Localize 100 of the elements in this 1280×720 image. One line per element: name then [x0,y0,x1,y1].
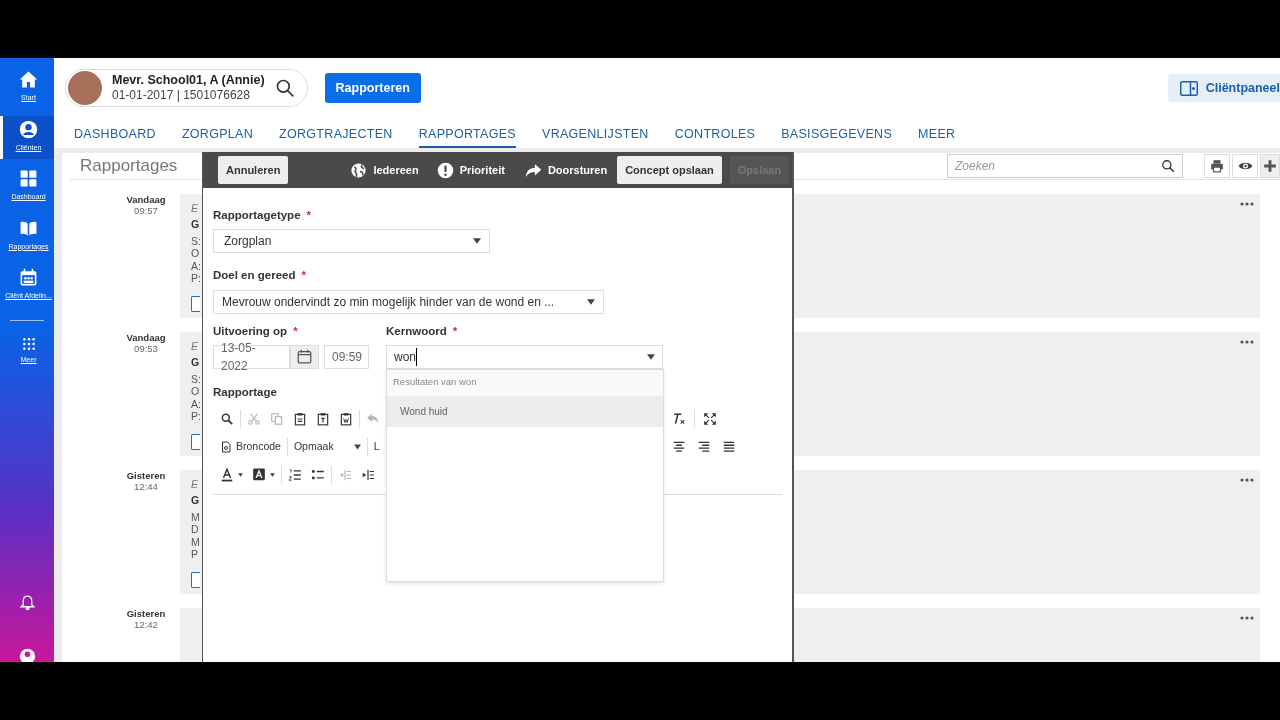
search-icon [1161,158,1175,173]
more-icon[interactable] [1240,339,1254,344]
print-button[interactable] [1204,153,1230,178]
field-label: Rapportagetype * [213,208,313,223]
entry-day: Gisteren [112,607,180,620]
search-field[interactable]: Zoeken [947,153,1183,178]
align-right-icon [697,440,711,454]
card-text: G [191,356,200,369]
toolbar-button[interactable]: Concept opslaan [617,155,722,185]
toolbar-link[interactable]: Iedereen [350,161,419,179]
toolbar-link[interactable]: Doorsturen [524,161,608,179]
card-text: E [191,201,198,214]
toolbar-link[interactable]: Prioriteit [436,161,505,179]
calendar-button[interactable] [290,344,319,369]
card-text: E [191,339,198,352]
client-panel-button[interactable]: Cliëntpaneel [1167,73,1280,103]
caret-icon [238,473,243,477]
entry-time: 09:57 [133,205,159,218]
scissors-icon [247,412,261,426]
card-text: P [191,548,198,561]
bullet-list-icon [311,468,325,482]
time-field[interactable]: 09:59 [324,344,369,369]
card-text: A: [191,397,201,410]
add-button[interactable] [1260,153,1280,178]
entry-day: Gisteren [112,469,180,482]
indent-icon [361,468,375,482]
search-icon [220,412,234,426]
field-label: Rapportage [213,384,278,400]
required-mark: * [452,324,458,337]
select-field[interactable]: Mevrouw ondervindt zo min mogelijk hinder van de wond en ... [213,289,604,314]
apps-icon [21,336,36,351]
select-field[interactable]: Zorgplan [213,229,490,254]
avatar [68,71,102,105]
nav-tab[interactable]: ZORGTRAJECTEN [279,118,393,148]
dropdown-option[interactable]: Wond huid [387,396,663,427]
caret-icon [353,444,361,450]
client-name: Mevr. School01, A (Annie) [112,73,265,89]
card-text: M [191,535,200,548]
field-label: Doel en gereed * [213,268,307,284]
calendar-icon [297,349,312,365]
editor-button[interactable]: L [370,437,380,457]
search-icon[interactable] [274,78,295,98]
more-icon[interactable] [1240,201,1254,206]
card-text: S: [191,234,201,247]
source-icon [220,440,232,454]
more-icon[interactable] [1240,477,1254,482]
panel-icon [1179,80,1198,96]
panel-title: Rapportages [80,155,178,177]
caret-icon [270,473,275,477]
justify-icon [722,440,736,454]
clear-format-icon [672,412,686,426]
entry-time: 12:44 [133,481,159,494]
text-color-icon [220,468,234,482]
nav-tab[interactable]: CONTROLES [674,118,756,148]
copy-icon [270,412,284,426]
caret-icon [587,298,595,305]
card-text: O [191,247,200,260]
nav-tab[interactable]: BASISGEGEVENS [781,118,893,148]
keyword-field[interactable]: won [386,344,663,369]
align-center-icon [672,440,686,454]
format-dropdown[interactable]: Opmaak [290,437,364,457]
required-mark: * [301,269,306,282]
clipboard-icon [339,412,353,426]
editor-button[interactable]: Broncode [217,437,284,457]
caret-icon [647,353,655,360]
user-icon [18,648,36,662]
nav-tab[interactable]: DASHBOARD [74,118,156,148]
entry-day: Vandaag [112,331,180,344]
results-header: Resultaten van won [387,369,663,396]
card-text: G [191,494,200,507]
bell-icon [18,593,36,612]
card-text: P: [191,410,201,423]
report-button[interactable]: Rapporteren [324,72,421,104]
caret-icon [473,238,481,245]
card-button[interactable] [191,571,200,588]
client-details: 01-01-2017 | 1501076628 [112,88,251,103]
highlight-color-icon [252,468,266,482]
card-text: E [191,477,198,490]
nav-tab[interactable]: MEER [918,118,956,148]
entry-time: 12:42 [133,619,159,632]
maximize-icon [703,412,717,426]
globe-icon [350,161,368,179]
card-button[interactable] [191,295,200,312]
numbered-list-icon [288,468,302,482]
card-text: G [191,218,200,231]
clipboard-icon [316,412,330,426]
exclamation-icon [436,161,454,179]
card-text: D [191,523,199,536]
grid-icon [19,169,38,188]
printer-icon [1210,158,1224,173]
card-text: A: [191,259,201,272]
more-icon[interactable] [1240,615,1254,620]
toolbar-button[interactable]: Annuleren [218,155,289,185]
required-mark: * [293,324,298,337]
required-mark: * [306,209,312,221]
field-label: Uitvoering op * [213,323,299,339]
nav-tab[interactable]: VRAGENLIJSTEN [542,118,649,148]
nav-tab[interactable]: ZORGPLAN [181,118,254,148]
card-button[interactable] [191,433,200,450]
preview-button[interactable] [1232,153,1258,178]
